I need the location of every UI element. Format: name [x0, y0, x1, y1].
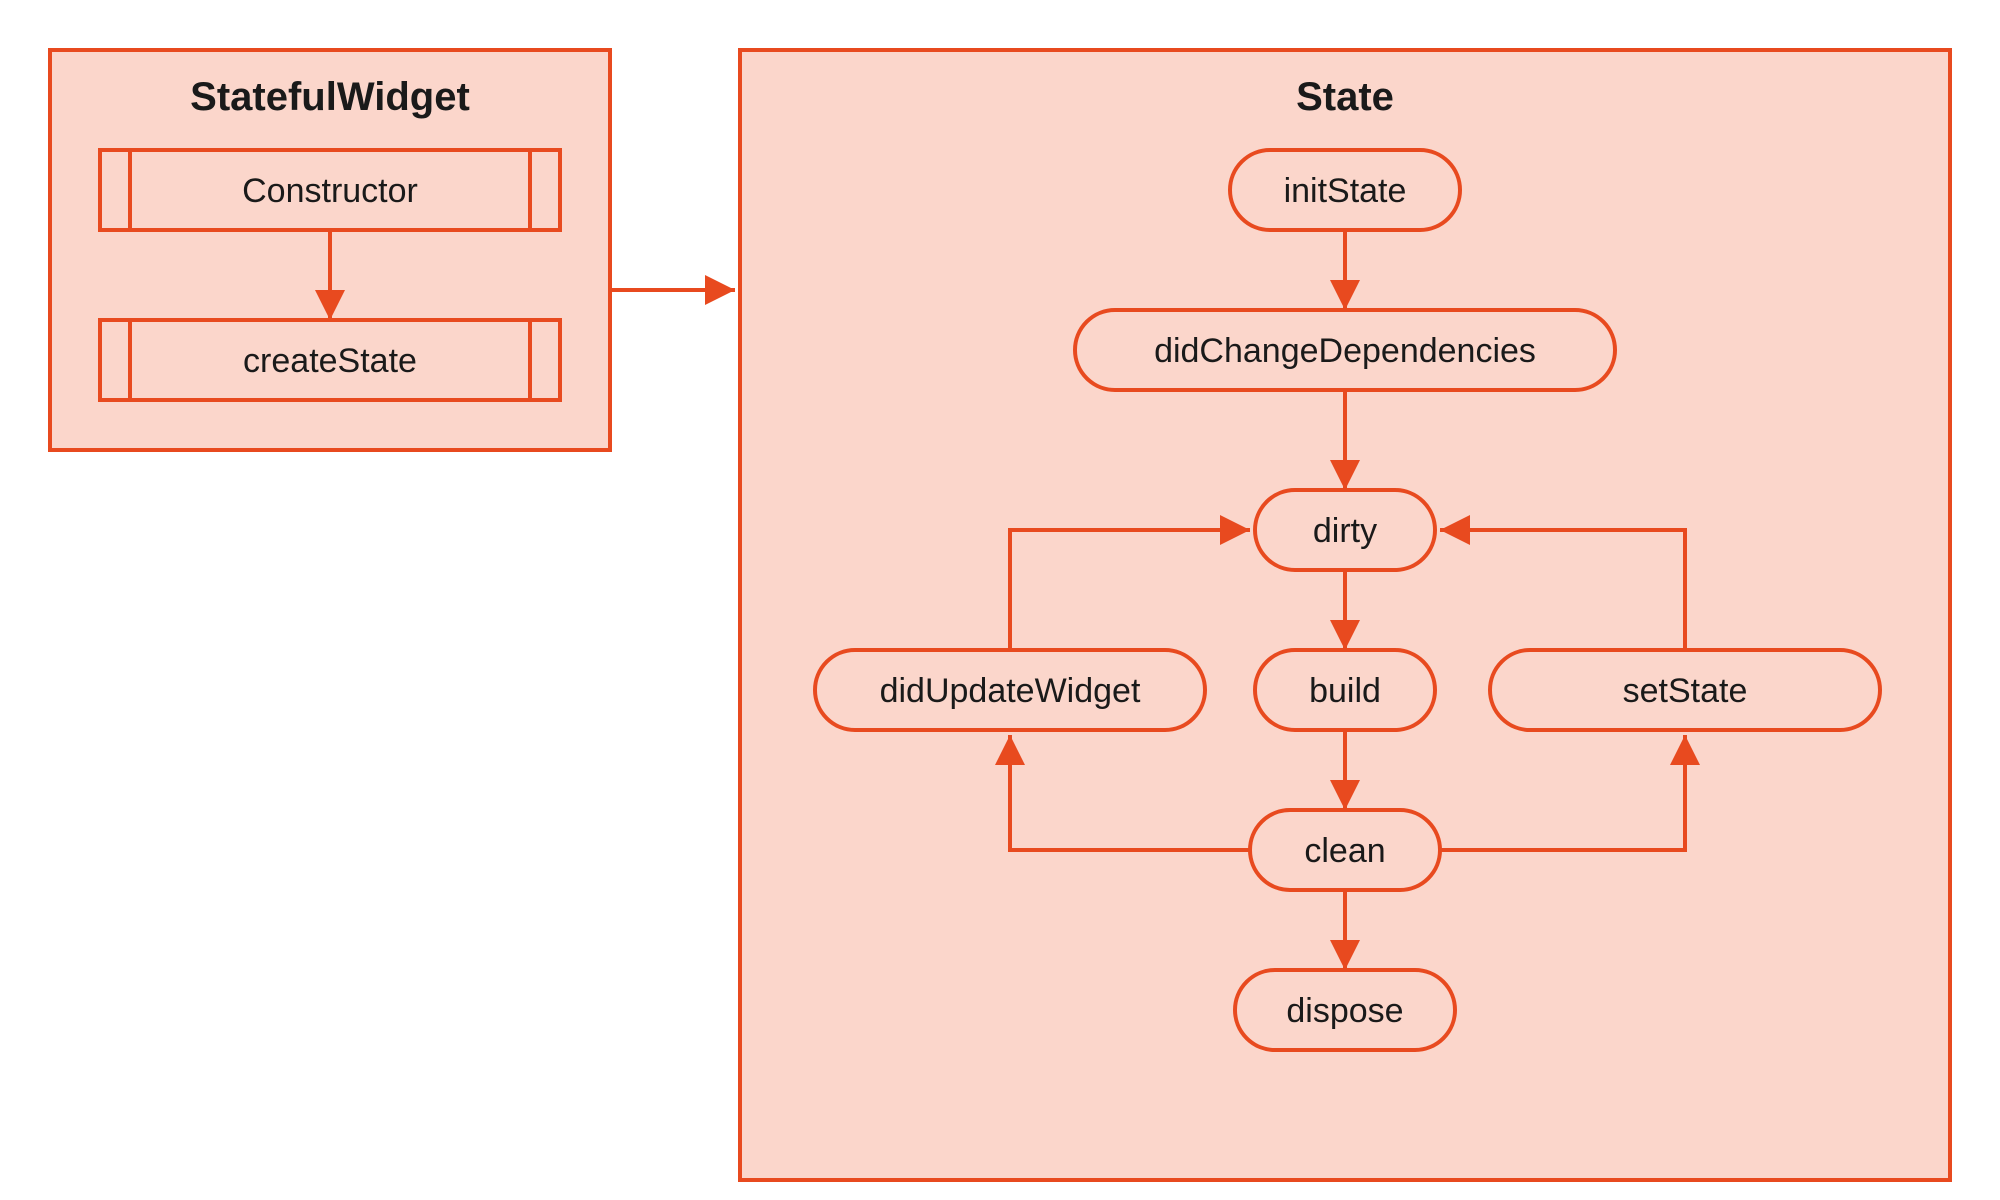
- node-clean-label: clean: [1304, 832, 1385, 870]
- node-clean: clean: [1250, 810, 1440, 890]
- lifecycle-diagram: StatefulWidget Constructor createState S…: [0, 0, 2000, 1200]
- node-dirty: dirty: [1255, 490, 1435, 570]
- panel-state: State initState didChangeDependencies di…: [740, 50, 1950, 1180]
- node-createstate: createState: [100, 320, 560, 400]
- node-build: build: [1255, 650, 1435, 730]
- node-initstate-label: initState: [1284, 172, 1407, 210]
- node-constructor: Constructor: [100, 150, 560, 230]
- node-initstate: initState: [1230, 150, 1460, 230]
- node-didchangedependencies-label: didChangeDependencies: [1154, 332, 1536, 370]
- panel-statefulwidget: StatefulWidget Constructor createState: [50, 50, 610, 450]
- node-build-label: build: [1309, 672, 1381, 710]
- panel-state-title: State: [1296, 75, 1394, 119]
- node-didchangedependencies: didChangeDependencies: [1075, 310, 1615, 390]
- node-dirty-label: dirty: [1313, 512, 1377, 550]
- node-dispose: dispose: [1235, 970, 1455, 1050]
- node-setstate-label: setState: [1623, 672, 1748, 710]
- node-didupdatewidget: didUpdateWidget: [815, 650, 1205, 730]
- node-setstate: setState: [1490, 650, 1880, 730]
- node-didupdatewidget-label: didUpdateWidget: [880, 672, 1141, 710]
- node-dispose-label: dispose: [1286, 992, 1403, 1030]
- panel-statefulwidget-title: StatefulWidget: [190, 75, 470, 119]
- node-constructor-label: Constructor: [242, 172, 418, 210]
- node-createstate-label: createState: [243, 342, 417, 380]
